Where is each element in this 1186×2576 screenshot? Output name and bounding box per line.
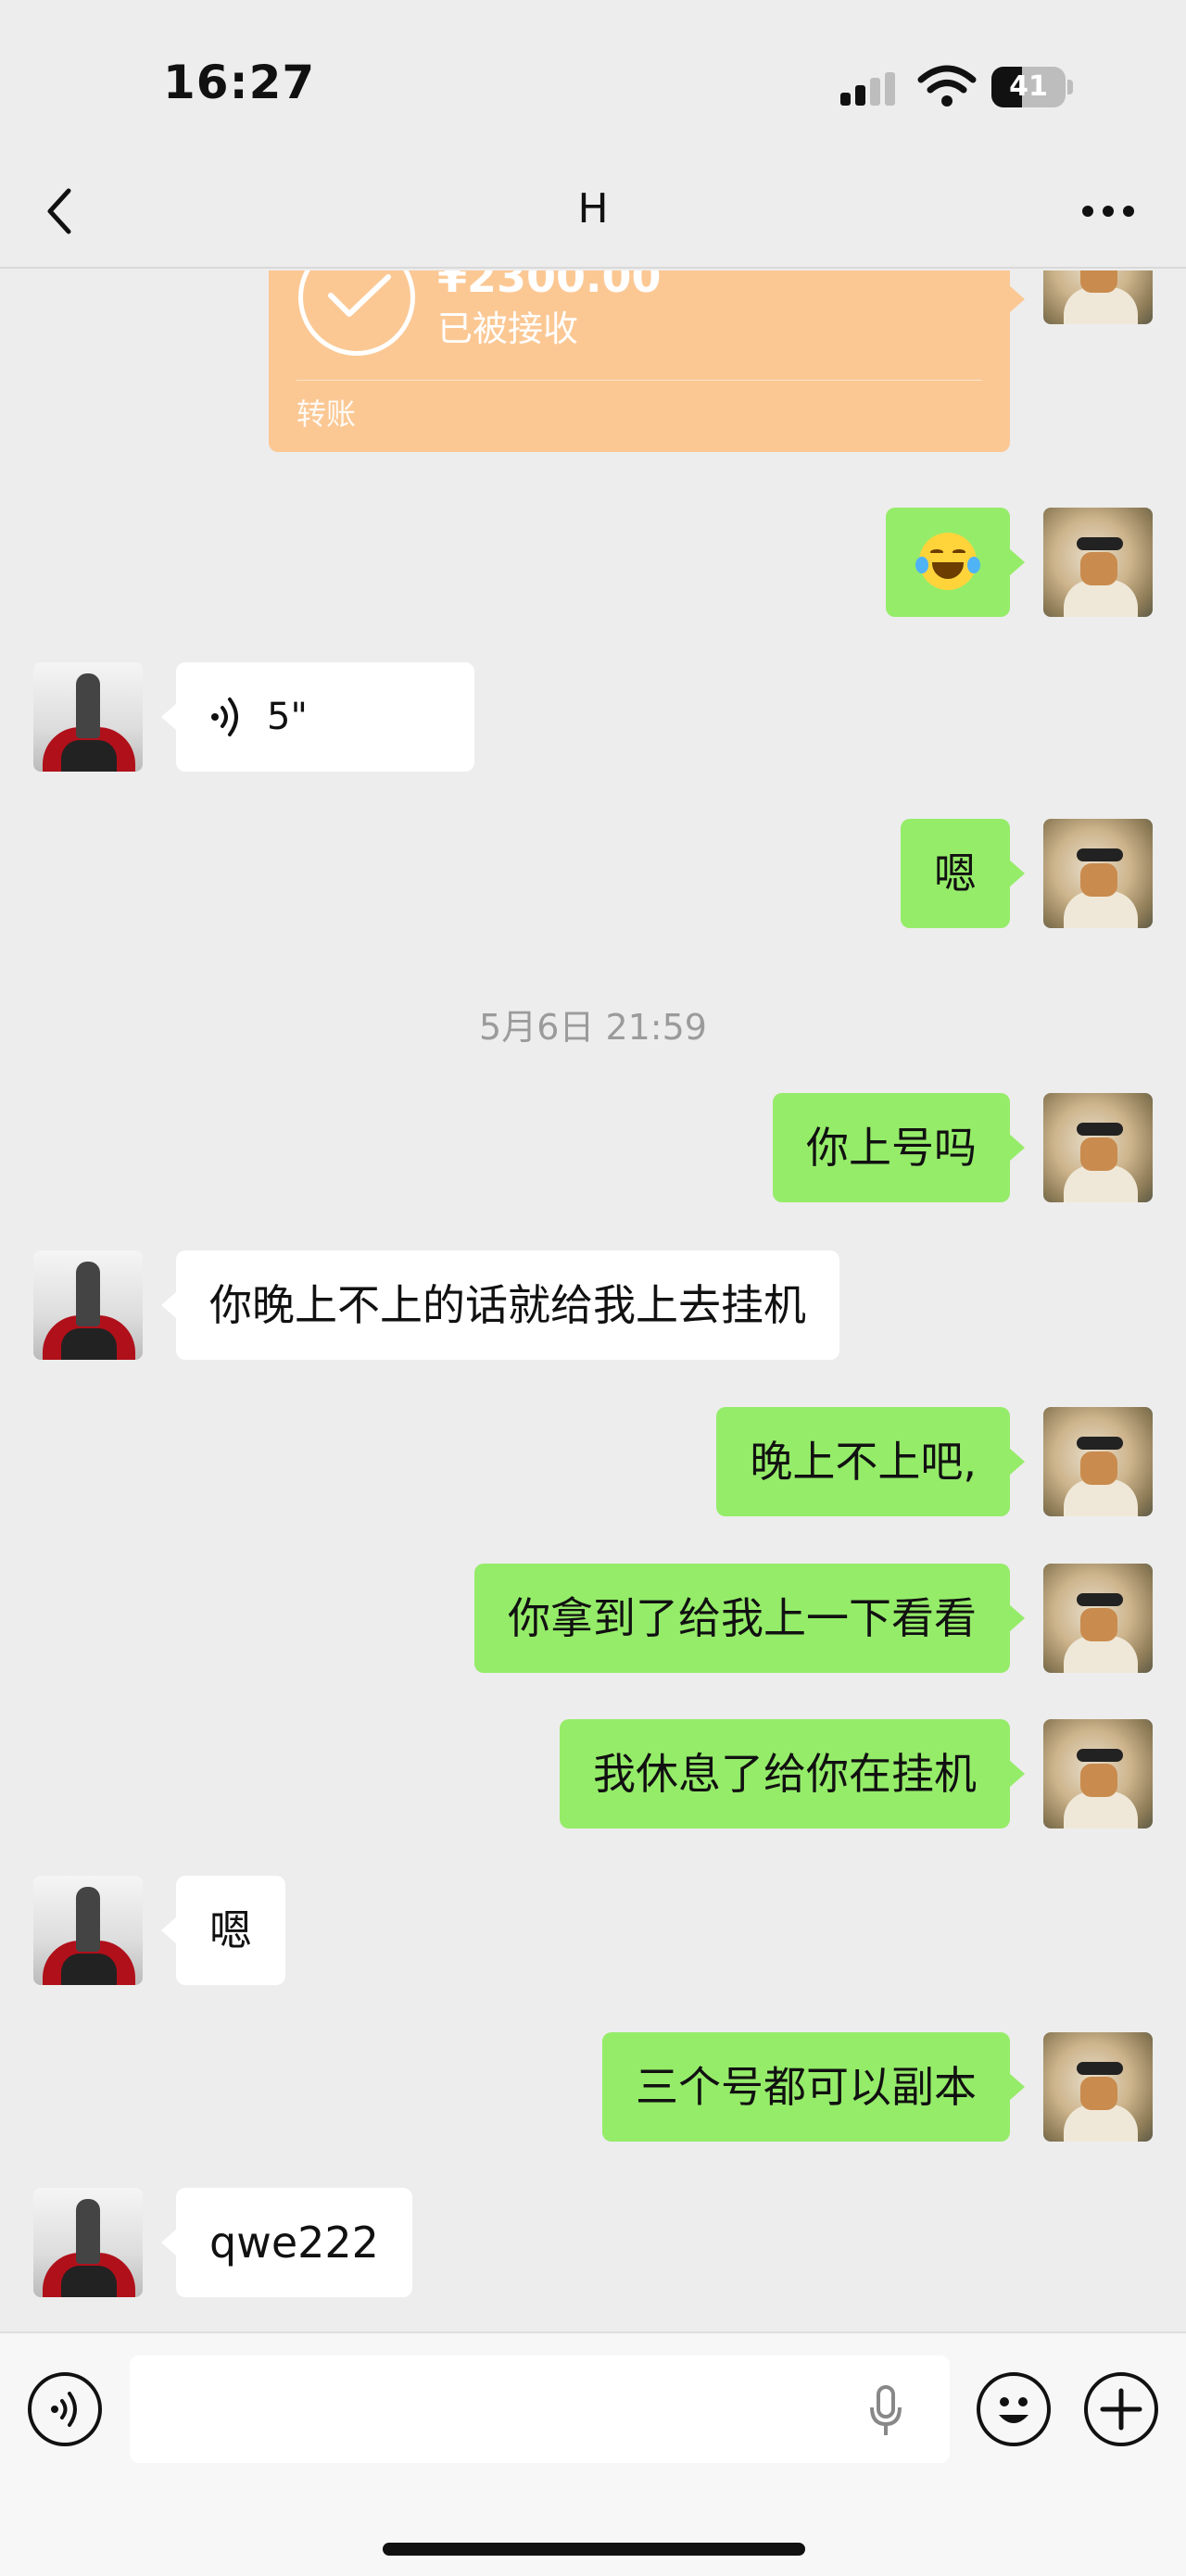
my-avatar[interactable] (1043, 270, 1153, 324)
battery-icon: 41 (991, 67, 1073, 107)
input-bar (0, 2331, 1186, 2576)
wifi-icon (917, 65, 977, 107)
transfer-status: 已被接收 (437, 308, 579, 349)
my-avatar[interactable] (1043, 819, 1153, 928)
voice-wave-icon (211, 697, 238, 736)
message-input[interactable] (130, 2356, 950, 2463)
battery-level: 41 (1009, 70, 1048, 103)
transfer-type: 转账 (296, 396, 357, 432)
message-bubble-other[interactable]: qwe222 (161, 2188, 412, 2297)
chat-header: H (0, 157, 1186, 269)
my-avatar[interactable] (1043, 1093, 1153, 1202)
my-avatar[interactable] (1043, 1719, 1153, 1828)
divider (296, 380, 982, 381)
check-circle-icon (298, 270, 415, 356)
contact-avatar[interactable] (33, 2188, 143, 2297)
message-bubble-other[interactable]: 你晚上不上的话就给我上去挂机 (161, 1250, 839, 1360)
transfer-card[interactable]: ¥2300.00 已被接收 转账 (269, 270, 1025, 452)
contact-avatar[interactable] (33, 662, 143, 772)
smiley-icon (999, 2397, 1028, 2423)
message-bubble-me[interactable]: 你拿到了给我上一下看看 (474, 1564, 1025, 1673)
voice-input-toggle-button[interactable] (28, 2372, 102, 2446)
message-bubble-me[interactable]: 三个号都可以副本 (602, 2032, 1025, 2142)
message-bubble-me[interactable]: 我休息了给你在挂机 (560, 1719, 1025, 1828)
contact-avatar[interactable] (33, 1876, 143, 1985)
message-bubble-me[interactable]: 你上号吗 (773, 1093, 1025, 1202)
more-functions-button[interactable] (1084, 2372, 1158, 2446)
message-bubble-me[interactable]: 嗯 (901, 819, 1025, 928)
chat-title: H (577, 185, 609, 232)
emoji-button[interactable] (977, 2372, 1051, 2446)
message-timestamp: 5月6日 21:59 (479, 1007, 707, 1048)
laugh-cry-emoji-icon (915, 533, 980, 590)
my-avatar[interactable] (1043, 1407, 1153, 1516)
my-avatar[interactable] (1043, 2032, 1153, 2142)
message-bubble-other[interactable]: 嗯 (161, 1876, 285, 1985)
message-list[interactable]: ¥2300.00 已被接收 转账 5" 嗯 5月6日 21:59 你上号吗 你晚… (0, 270, 1186, 2331)
contact-avatar[interactable] (33, 1250, 143, 1360)
message-bubble-me[interactable]: 晚上不上吧, (716, 1407, 1025, 1516)
more-options-icon[interactable] (1082, 206, 1138, 219)
my-avatar[interactable] (1043, 508, 1153, 617)
message-bubble-me[interactable] (886, 508, 1025, 617)
voice-wave-icon (51, 2392, 77, 2427)
voice-duration: 5" (267, 696, 308, 738)
my-avatar[interactable] (1043, 1564, 1153, 1673)
status-bar: 16:27 41 (0, 0, 1186, 157)
transfer-amount: ¥2300.00 (437, 270, 662, 302)
home-indicator[interactable] (383, 2543, 805, 2556)
status-time: 16:27 (163, 56, 316, 109)
plus-icon (1100, 2388, 1142, 2431)
cellular-signal-icon (840, 72, 896, 106)
microphone-icon[interactable] (867, 2385, 904, 2439)
voice-message-bubble[interactable]: 5" (161, 662, 474, 772)
